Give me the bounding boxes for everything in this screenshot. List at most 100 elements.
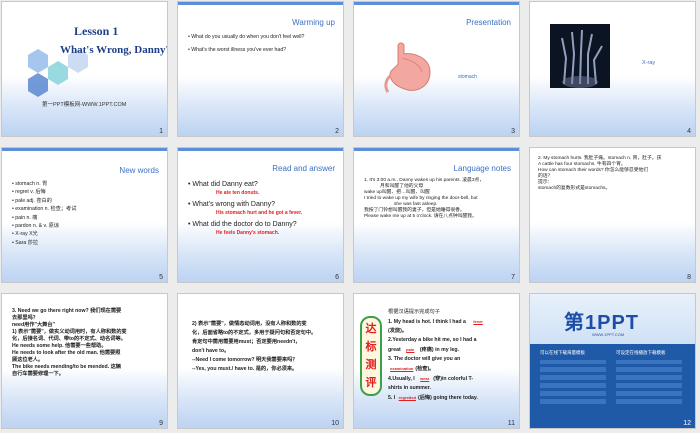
answer-blank: pain bbox=[406, 347, 415, 352]
exercise-intro: 根据汉语提示完成句子 bbox=[388, 309, 440, 315]
stamp-char: 测 bbox=[365, 359, 377, 371]
slide-subtitle: What's Wrong, Danny? bbox=[60, 44, 168, 56]
slide-heading: Presentation bbox=[466, 18, 511, 27]
text-line: need用作"大舞台" bbox=[12, 322, 55, 328]
exercise-line: 1. My head is hot. I think I had a fever bbox=[388, 317, 489, 327]
notes-text: 2) 表示"需要"，做情态动词用，没有人称和数的变 化，后面省略to的不定式，多… bbox=[192, 320, 316, 374]
exercise-line: great pain (疼痛) in my leg. bbox=[388, 347, 460, 353]
text-line: 化，后面省略to的不定式，多用于疑问句和否定句中。 bbox=[192, 330, 317, 336]
text-line: 自行车需要修理一下。 bbox=[12, 371, 64, 377]
brand-logo: 第1PPT bbox=[564, 312, 640, 334]
slide-thumbnail-10[interactable]: 2) 表示"需要"，做情态动词用，没有人称和数的变 化，后面省略to的不定式，多… bbox=[177, 293, 344, 429]
notes-text: 3. Need we go there right now? 我们现在需要 去那… bbox=[12, 308, 127, 378]
text-line: stomach的复数形式是stomachs。 bbox=[538, 186, 611, 191]
slide-thumbnail-4[interactable]: X-ray 4 bbox=[529, 1, 696, 137]
question: • What's wrong with Danny? bbox=[188, 201, 276, 208]
slide-thumbnail-11[interactable]: 达 标 测 评 根据汉语提示完成句子 1. My head is hot. I … bbox=[353, 293, 520, 429]
list-item: • stomach n. 胃 bbox=[12, 181, 48, 187]
list-item: • pain n. 痛 bbox=[12, 214, 38, 221]
list-item: • examination n. 检查；考试 bbox=[12, 206, 77, 213]
text-line: He needs some help. 他需要一些帮助。 bbox=[12, 343, 107, 349]
slide-number: 1 bbox=[159, 128, 163, 135]
exercise-line: examination (检查)。 bbox=[390, 366, 435, 372]
text-line: --Yes, you must./ have to. 是的，你必须来。 bbox=[192, 366, 298, 372]
exercise-line: shirts in summer. bbox=[388, 385, 431, 391]
text-line: 2) 表示"需要"，做情态动词用，没有人称和数的变 bbox=[192, 321, 307, 327]
answer-blank: examination bbox=[390, 366, 414, 371]
list-item: • Sara 莎拉 bbox=[12, 239, 39, 246]
slide-thumbnail-5[interactable]: New words • stomach n. 胃 • regret v. 后悔 … bbox=[1, 147, 168, 283]
text-line: The bike needs mending/to be mended. 这辆 bbox=[12, 364, 121, 370]
exercise-line: 2.Yesterday a bike hit me, so I had a bbox=[388, 337, 477, 343]
slide-number: 6 bbox=[335, 274, 339, 281]
slide-thumbnail-8[interactable]: 2. My stomach hurts. 我肚子痛。stomach n. 胃，肚… bbox=[529, 147, 696, 283]
answer-blank: regretted bbox=[398, 395, 417, 400]
text-line: How can stomach their words? 你怎么能够忍受他们 bbox=[538, 168, 649, 173]
notes-text: 1. It's 3:00 a.m., Danny wakes up his pa… bbox=[364, 178, 484, 220]
slide-number: 5 bbox=[159, 274, 163, 281]
slide-heading: Read and answer bbox=[272, 164, 335, 173]
slide-thumbnail-1[interactable]: Lesson 1 What's Wrong, Danny? 第一PPT模板网-W… bbox=[1, 1, 168, 137]
slide-number: 12 bbox=[683, 420, 691, 427]
text-line: 1) 表示"需要"，做实义动词用时，有人称和数的变 bbox=[12, 329, 127, 335]
image-caption: stomach bbox=[458, 74, 477, 80]
slide-number: 7 bbox=[511, 274, 515, 281]
brand-banner: 第1PPT WWW.1PPT.COM bbox=[530, 294, 695, 344]
slide-heading: Language notes bbox=[453, 164, 511, 173]
slide-thumbnail-12[interactable]: 第1PPT WWW.1PPT.COM 可以在线下载海量模板 可设定在线播放下载模… bbox=[529, 293, 696, 429]
slide-heading: New words bbox=[119, 166, 159, 175]
promo-col-left: 可以在线下载海量模板 bbox=[540, 350, 585, 355]
thumbnail-grid-left bbox=[540, 360, 606, 404]
bullet-item: • What's the worst illness you've ever h… bbox=[188, 47, 287, 54]
word-list: • stomach n. 胃 • regret v. 后悔 • pale adj… bbox=[12, 180, 76, 247]
slide-thumbnail-7[interactable]: Language notes 1. It's 3:00 a.m., Danny … bbox=[353, 147, 520, 283]
promo-col-right: 可设定在线播放下载模板 bbox=[616, 350, 666, 355]
exercise-text: 根据汉语提示完成句子 1. My head is hot. I think I … bbox=[388, 308, 489, 403]
text-line: --Need I come tomorrow? 明天我需要来吗？ bbox=[192, 357, 298, 363]
slide-number: 3 bbox=[511, 128, 515, 135]
text-line: 肯定句中需用需要用must；否定要用needn't， bbox=[192, 339, 301, 345]
list-item: • X-ray X光 bbox=[12, 231, 38, 238]
qa-list: • What did Danny eat? He ate ten donuts.… bbox=[188, 180, 302, 238]
slide-number: 10 bbox=[331, 420, 339, 427]
exercise-line: 5. I regretted (后悔) going there today. bbox=[388, 395, 478, 401]
header-bar bbox=[2, 148, 167, 151]
slide-thumbnail-3[interactable]: Presentation stomach 3 bbox=[353, 1, 520, 137]
list-item: • pale adj. 苍白的 bbox=[12, 197, 52, 204]
stomach-image bbox=[384, 42, 431, 93]
stamp-char: 评 bbox=[365, 377, 377, 389]
text-line: He needs to look after the old man. 他需要照 bbox=[12, 350, 121, 356]
text-line: don't have to。 bbox=[192, 348, 230, 354]
header-bar bbox=[354, 2, 519, 5]
text-line: 去那里吗？ bbox=[12, 315, 38, 321]
stamp-label: 达 标 测 评 bbox=[360, 316, 382, 396]
slide-number: 2 bbox=[335, 128, 339, 135]
bullet-list: • What do you usually do when you don't … bbox=[188, 34, 304, 54]
promo-bar: 可以在线下载海量模板 可设定在线播放下载模板 bbox=[530, 344, 695, 428]
answer: He feels Danny's stomach. bbox=[216, 230, 280, 236]
question: • What did the doctor do to Danny? bbox=[188, 221, 297, 228]
slide-number: 9 bbox=[159, 420, 163, 427]
exercise-line: 4.Usually, I wear (穿)in colorful T- bbox=[388, 376, 474, 382]
answer: His stomach hurt and he got a fever. bbox=[216, 210, 303, 216]
exercise-line: (发烧)。 bbox=[388, 328, 408, 334]
answer: He ate ten donuts. bbox=[216, 190, 260, 196]
slide-number: 11 bbox=[507, 420, 515, 427]
image-caption: X-ray bbox=[642, 60, 656, 66]
hexagon-decoration bbox=[28, 49, 88, 97]
slide-thumbnail-9[interactable]: 3. Need we go there right now? 我们现在需要 去那… bbox=[1, 293, 168, 429]
thumbnail-grid-right bbox=[616, 360, 682, 404]
slide-thumbnail-6[interactable]: Read and answer • What did Danny eat? He… bbox=[177, 147, 344, 283]
header-bar bbox=[178, 2, 343, 5]
header-bar bbox=[354, 148, 519, 151]
header-bar bbox=[178, 148, 343, 151]
xray-image bbox=[550, 24, 610, 88]
exercise-line: 3. The doctor will give you an bbox=[388, 356, 461, 362]
site-label: 第一PPT模板网-WWW.1PPT.COM bbox=[42, 102, 127, 108]
slide-thumbnail-2[interactable]: Warming up • What do you usually do when… bbox=[177, 1, 344, 137]
text-line: Please wake me up at 5 o'clock. 请在八点钟叫醒我… bbox=[364, 214, 477, 219]
stamp-char: 达 bbox=[365, 323, 377, 335]
slide-number: 4 bbox=[687, 128, 691, 135]
text-line: 顾这位老人。 bbox=[12, 357, 44, 363]
list-item: • regret v. 后悔 bbox=[12, 189, 46, 196]
